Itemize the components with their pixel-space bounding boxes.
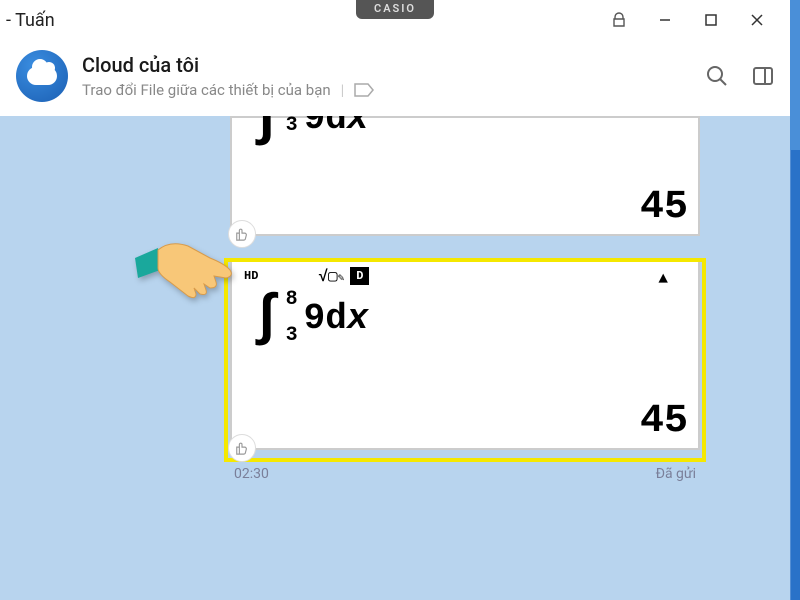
calc-status-bar: HD √▢✎ D	[232, 262, 698, 286]
integral-expression: ∫ 8 3 9dx	[250, 290, 368, 346]
lock-icon[interactable]	[596, 0, 642, 40]
avatar[interactable]	[16, 50, 68, 102]
sqrt-icon: √▢✎	[318, 266, 344, 286]
reaction-button[interactable]	[228, 434, 256, 462]
lower-bound: 3	[286, 326, 298, 346]
message-meta: 02:30 Đã gửi	[230, 466, 700, 482]
app-window: CASIO - Tuấn Cloud của tôi Trao đổi File…	[0, 0, 790, 600]
subtitle-text: Trao đổi File giữa các thiết bị của bạn	[82, 81, 331, 99]
message-group: ∫ 3 9dx 45 HD	[230, 116, 700, 450]
d-mode-icon: D	[350, 267, 369, 285]
search-icon[interactable]	[706, 65, 728, 87]
close-button[interactable]	[734, 0, 780, 40]
integrand-num: 9	[304, 298, 326, 339]
timestamp: 02:30	[234, 466, 269, 482]
chat-area: ∫ 3 9dx 45 HD	[0, 116, 790, 600]
casio-tab: CASIO	[356, 0, 434, 19]
minimize-button[interactable]	[642, 0, 688, 40]
lower-bound: 3	[286, 116, 298, 136]
up-arrow-icon: ▲	[658, 270, 668, 288]
desktop-background	[790, 150, 800, 600]
contact-infobar: Cloud của tôi Trao đổi File giữa các thi…	[0, 40, 790, 116]
window-title: - Tuấn	[6, 10, 55, 31]
upper-bound: 8	[286, 290, 298, 310]
cloud-icon	[27, 67, 57, 85]
contact-title: Cloud của tôi	[82, 53, 692, 77]
tag-icon	[354, 83, 374, 97]
message-image-1[interactable]: ∫ 3 9dx 45	[230, 116, 700, 236]
integral-expression: ∫ 3 9dx	[250, 116, 368, 146]
result-value: 45	[640, 399, 688, 444]
result-value: 45	[640, 185, 688, 230]
integrand-num: 9	[304, 116, 326, 139]
hd-label: HD	[244, 269, 258, 283]
maximize-button[interactable]	[688, 0, 734, 40]
integrand-dx: d	[325, 116, 347, 139]
message-image-2[interactable]: HD √▢✎ D ▲ ∫ 8 3 9dx	[230, 260, 700, 450]
contact-subtitle: Trao đổi File giữa các thiết bị của bạn …	[82, 81, 692, 99]
pointing-hand-icon	[130, 228, 240, 322]
sent-status: Đã gửi	[656, 466, 696, 482]
integrand-dx: d	[325, 298, 347, 339]
panel-toggle-icon[interactable]	[752, 65, 774, 87]
